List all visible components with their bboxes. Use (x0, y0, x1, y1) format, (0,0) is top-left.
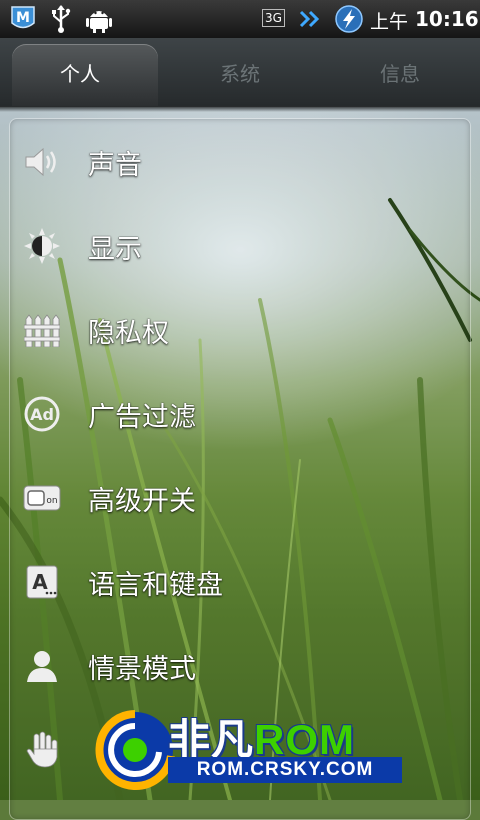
settings-item-label: 声音 (88, 149, 142, 181)
settings-item-label: 高级开关 (88, 485, 196, 517)
tab-shadow (0, 106, 480, 112)
tab-info[interactable]: 信息 (320, 38, 480, 106)
tab-bar: 个人 系统 信息 (0, 38, 480, 107)
settings-item-advanced-switches[interactable]: on 高级开关 (10, 456, 468, 540)
data-transfer-icon (299, 10, 320, 28)
settings-item-sound[interactable]: 声音 (10, 120, 468, 204)
svg-text:on: on (46, 496, 57, 506)
lightning-icon (335, 5, 363, 33)
settings-item-display[interactable]: 显示 (10, 204, 468, 288)
settings-item-label: 显示 (88, 233, 142, 265)
watermark-title-rom: ROM (254, 716, 356, 763)
time-prefix: 上午 (370, 11, 409, 33)
settings-item-label: 情景模式 (88, 653, 196, 685)
tab-system[interactable]: 系统 (160, 38, 320, 106)
clock: 10:16 (415, 7, 479, 31)
watermark-url: ROM.CRSKY.COM (168, 757, 402, 783)
settings-item-language-keyboard[interactable]: A 语言和键盘 (10, 540, 468, 624)
status-bar: M 3G 上午 10:16 (0, 0, 480, 39)
watermark-title-cn: 非凡 (168, 716, 255, 763)
svg-text:M: M (16, 10, 30, 26)
speaker-icon (22, 142, 62, 182)
tab-label: 个人 (60, 61, 100, 86)
settings-item-label: 语言和键盘 (88, 569, 223, 601)
tab-personal[interactable]: 个人 (0, 38, 160, 106)
usb-icon (52, 5, 71, 33)
fence-icon (22, 310, 62, 350)
brightness-icon (22, 226, 62, 266)
person-profile-icon (22, 646, 62, 686)
toggle-on-icon: on (22, 478, 62, 518)
settings-item-scene-mode[interactable]: 情景模式 (10, 624, 468, 708)
network-type-indicator: 3G (262, 9, 285, 27)
tab-label: 系统 (220, 61, 260, 86)
app-m-icon: M (11, 6, 35, 29)
settings-item-ad-filter[interactable]: Ad 广告过滤 (10, 372, 468, 456)
android-debug-icon (86, 11, 112, 33)
ad-block-icon: Ad (22, 394, 62, 434)
settings-item-label: 隐私权 (88, 317, 169, 349)
svg-text:Ad: Ad (30, 405, 54, 424)
keyboard-letter-icon: A (22, 562, 62, 602)
tab-label: 信息 (380, 61, 420, 86)
svg-text:A: A (32, 570, 48, 594)
hand-gesture-icon (22, 730, 62, 770)
settings-item-label: 广告过滤 (88, 401, 196, 433)
settings-item-privacy[interactable]: 隐私权 (10, 288, 468, 372)
